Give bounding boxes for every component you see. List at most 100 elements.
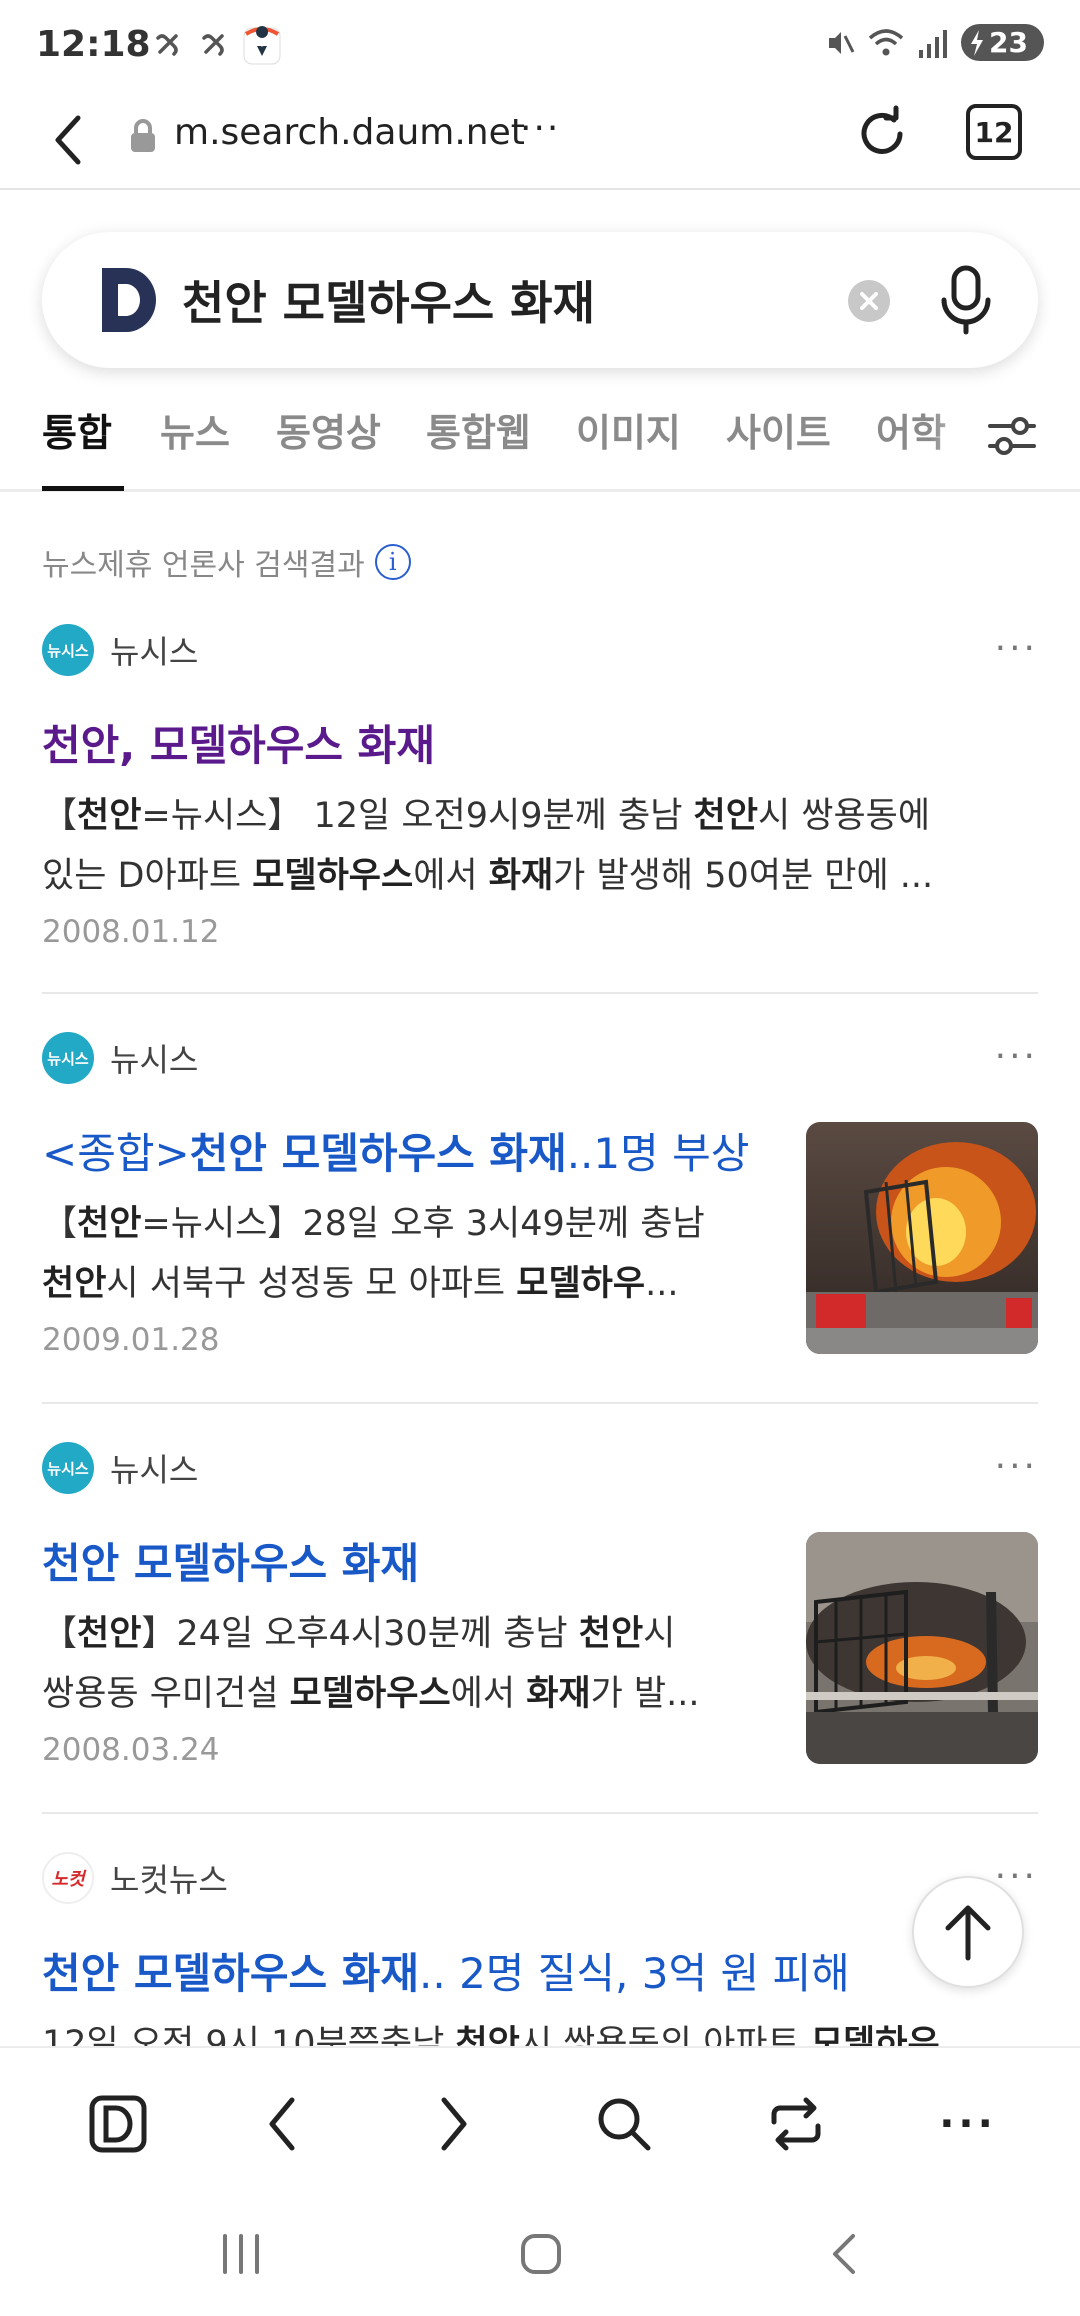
filter-button[interactable]: [986, 410, 1038, 462]
recent-apps-button[interactable]: [206, 2224, 276, 2284]
source-logo: 노컷: [42, 1852, 94, 1904]
voice-search-button[interactable]: [936, 262, 996, 338]
headline-link[interactable]: <종합>천안 모델하우스 화재..1명 부상: [42, 1120, 749, 1181]
fire-photo: [806, 1532, 1038, 1764]
category-tabs: 통합 뉴스 동영상 통합웹 이미지 사이트 어학: [0, 392, 1080, 492]
status-left-icons: [150, 26, 282, 66]
source-logo: 뉴시스: [42, 1442, 94, 1494]
more-options-button[interactable]: ···: [995, 1036, 1038, 1077]
status-bar: 12:18 23: [0, 0, 1080, 90]
browser-url-bar: m.search.daum.net ··· 12: [0, 90, 1080, 190]
tabs-count-button[interactable]: 12: [966, 104, 1022, 160]
nav-back-button[interactable]: [246, 2088, 318, 2160]
wifi-icon: [868, 28, 904, 55]
microphone-icon: [941, 265, 991, 335]
recent-apps-icon: [223, 2234, 259, 2274]
source-row: 뉴시스 뉴시스: [42, 1440, 198, 1496]
forward-icon: [441, 2097, 467, 2151]
publish-date: 2009.01.28: [42, 1322, 220, 1358]
search-input[interactable]: [182, 262, 862, 338]
daum-logo-icon[interactable]: [98, 266, 160, 334]
more-options-button[interactable]: ···: [995, 628, 1038, 669]
headline-link[interactable]: 천안, 모델하우스 화재: [42, 712, 435, 773]
news-result: 뉴시스 뉴시스 ··· 천안 모델하우스 화재 【천안】24일 오후4시30분께…: [42, 1440, 1038, 1770]
status-time: 12:18: [36, 24, 151, 65]
clear-search-button[interactable]: [848, 280, 890, 322]
news-thumbnail[interactable]: [806, 1532, 1038, 1764]
headline-link[interactable]: 천안 모델하우스 화재: [42, 1530, 419, 1591]
tab-news[interactable]: 뉴스: [160, 402, 230, 457]
snippet: 【천안=뉴시스】 12일 오전9시9분께 충남 천안시 쌍용동에 있는 D아파트…: [42, 796, 934, 896]
lock-icon: [131, 119, 155, 152]
publish-date: 2008.01.12: [42, 914, 220, 950]
system-back-button[interactable]: [810, 2224, 880, 2284]
back-icon: [269, 2097, 295, 2151]
back-icon: [833, 2234, 855, 2274]
divider: [42, 992, 1038, 994]
battery-level: 23: [989, 26, 1028, 59]
more-options-button[interactable]: ···: [995, 1446, 1038, 1487]
snippet: 【천안=뉴시스】28일 오후 3시49분께 충남 천안시 서북구 성정동 모 아…: [42, 1204, 705, 1304]
home-icon: [521, 2234, 561, 2274]
source-row: 뉴시스 뉴시스: [42, 622, 198, 678]
notification-muted-icon: [156, 34, 178, 56]
source-name[interactable]: 노컷뉴스: [110, 1855, 228, 1901]
news-result: 뉴시스 뉴시스 ··· 천안, 모델하우스 화재 【천안=뉴시스】 12일 오전…: [42, 622, 1038, 952]
signal-icon: [919, 29, 948, 58]
close-icon: [860, 292, 878, 310]
filter-sliders-icon: [988, 417, 1036, 455]
divider: [42, 1402, 1038, 1404]
news-thumbnail[interactable]: [806, 1122, 1038, 1354]
source-row: 노컷 노컷뉴스: [42, 1850, 228, 1906]
search-icon: [598, 2098, 651, 2151]
news-result: 뉴시스 뉴시스 ··· <종합>천안 모델하우스 화재..1명 부상 【천안=뉴…: [42, 1030, 1038, 1360]
search-button[interactable]: [588, 2088, 660, 2160]
battery-indicator: 23: [961, 24, 1044, 61]
divider: [42, 1812, 1038, 1814]
tabs-switch-button[interactable]: [760, 2088, 832, 2160]
headline-link[interactable]: 천안 모델하우스 화재.. 2명 질식, 3억 원 피해: [42, 1940, 850, 2001]
snippet: 【천안】24일 오후4시30분께 충남 천안시 쌍용동 우미건설 모델하우스에서…: [42, 1614, 700, 1714]
source-row: 뉴시스 뉴시스: [42, 1030, 198, 1086]
reload-button[interactable]: [850, 102, 914, 166]
section-label-text: 뉴스제휴 언론사 검색결과: [42, 548, 365, 583]
source-logo: 뉴시스: [42, 624, 94, 676]
source-logo: 뉴시스: [42, 1032, 94, 1084]
snippet: 12일 오전 9시 10분쯤충남 천안시 쌍용동의 아파트 모델하우: [42, 2024, 940, 2046]
active-tab-underline: [42, 486, 124, 491]
fire-photo: [806, 1122, 1038, 1354]
notification-muted-icon: [202, 34, 224, 56]
vibrate-icon: [829, 31, 855, 54]
search-box: [42, 232, 1038, 368]
chevron-left-icon: [55, 115, 81, 165]
url-text[interactable]: m.search.daum.net: [174, 112, 525, 153]
arrow-up-icon: [945, 1905, 991, 1961]
tabs-fade: [930, 392, 990, 488]
nav-forward-button[interactable]: [418, 2088, 490, 2160]
more-menu-button[interactable]: ···: [932, 2088, 1004, 2160]
tab-all[interactable]: 통합: [42, 402, 112, 457]
daum-home-icon: [89, 2095, 147, 2153]
tab-web[interactable]: 통합웹: [426, 402, 531, 457]
news-result: 노컷 노컷뉴스 ··· 천안 모델하우스 화재.. 2명 질식, 3억 원 피해…: [42, 1850, 1038, 2046]
tabs-switch-icon: [771, 2097, 821, 2151]
info-icon[interactable]: i: [374, 544, 411, 580]
source-name[interactable]: 뉴시스: [110, 1445, 198, 1491]
android-nav-bar: [0, 2194, 1080, 2316]
browser-toolbar: ···: [0, 2046, 1080, 2194]
daum-home-button[interactable]: [82, 2088, 154, 2160]
reload-icon: [861, 105, 903, 154]
publish-date: 2008.03.24: [42, 1732, 220, 1768]
tab-video[interactable]: 동영상: [276, 402, 381, 457]
source-name[interactable]: 뉴시스: [110, 627, 198, 673]
status-right-icons: 23: [821, 24, 1044, 61]
url-more: ···: [520, 108, 561, 149]
scroll-to-top-button[interactable]: [912, 1876, 1024, 1988]
tab-images[interactable]: 이미지: [576, 402, 681, 457]
browser-back-button[interactable]: [40, 108, 100, 172]
battery-charging-icon: [971, 30, 984, 56]
tab-sites[interactable]: 사이트: [726, 402, 831, 457]
section-label: 뉴스제휴 언론사 검색결과 i: [42, 540, 411, 584]
source-name[interactable]: 뉴시스: [110, 1035, 198, 1081]
home-button[interactable]: [506, 2224, 576, 2284]
